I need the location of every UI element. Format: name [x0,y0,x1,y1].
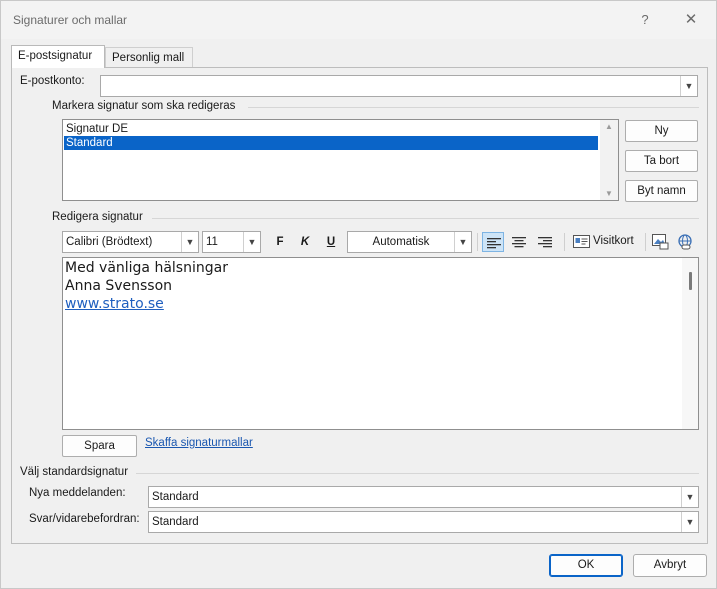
rename-button[interactable]: Byt namn [625,180,698,202]
scroll-up-icon[interactable]: ▲ [600,122,618,131]
defaults-title: Välj standardsignatur [20,466,129,478]
signature-line: Anna Svensson [65,278,173,294]
font-dropdown[interactable]: Calibri (Brödtext) ▼ [62,231,199,253]
delete-button[interactable]: Ta bort [625,150,698,172]
tab-panel: E-postkonto: ▼ Markera signatur som ska … [11,67,708,544]
font-value: Calibri (Brödtext) [66,236,153,248]
account-dropdown[interactable]: ▼ [100,75,698,97]
tab-label: Personlig mall [112,52,185,64]
help-button[interactable]: ? [630,9,660,31]
close-button[interactable]: ✕ [676,9,706,31]
bold-button[interactable]: F [270,231,290,253]
underline-button[interactable]: U [321,231,341,253]
insert-picture-button[interactable] [651,232,671,252]
align-center-icon [512,237,526,248]
reply-forward-dropdown[interactable]: Standard ▼ [148,511,699,533]
toolbar-separator [645,233,646,251]
chevron-down-icon: ▼ [681,512,698,532]
window-title: Signaturer och mallar [13,13,128,27]
signature-link[interactable]: www.strato.se [65,296,164,312]
tab-personal-template[interactable]: Personlig mall [105,47,193,67]
signatures-dialog: Signaturer och mallar ? ✕ E-postsignatur… [0,0,717,589]
tab-label: E-postsignatur [18,50,93,62]
font-size-dropdown[interactable]: 11 ▼ [202,231,261,253]
new-messages-label: Nya meddelanden: [29,487,126,499]
account-label: E-postkonto: [20,75,85,87]
divider [136,473,699,474]
save-button[interactable]: Spara [62,435,137,457]
chevron-down-icon: ▼ [680,76,697,96]
align-right-icon [538,237,552,248]
chevron-down-icon: ▼ [181,232,198,252]
business-card-icon [573,235,590,248]
tab-email-signature[interactable]: E-postsignatur [11,45,105,68]
divider [248,107,699,108]
chevron-down-icon: ▼ [454,232,471,252]
toolbar-separator [564,233,565,251]
new-messages-dropdown[interactable]: Standard ▼ [148,486,699,508]
align-left-icon [487,238,501,249]
scrollbar[interactable]: ▲ ▼ [600,120,618,200]
align-left-button[interactable] [482,232,504,252]
divider [152,218,699,219]
font-color-value: Automatisk [372,236,430,248]
picture-icon [652,234,669,250]
font-size-value: 11 [206,236,218,248]
signature-line: Med vänliga hälsningar [65,260,228,276]
hyperlink-icon [678,234,692,250]
title-bar: Signaturer och mallar ? ✕ [1,1,716,39]
new-button[interactable]: Ny [625,120,698,142]
edit-section-title: Redigera signatur [52,211,143,223]
select-section-title: Markera signatur som ska redigeras [52,100,236,112]
new-messages-value: Standard [152,491,199,503]
list-item[interactable]: Standard [64,136,598,150]
cancel-button[interactable]: Avbryt [633,554,707,577]
align-right-button[interactable] [534,232,556,252]
font-color-dropdown[interactable]: Automatisk ▼ [347,231,472,253]
toolbar-separator [477,233,478,251]
business-card-label: Visitkort [593,235,634,247]
italic-button[interactable]: K [295,231,315,253]
scrollbar-thumb[interactable] [689,272,692,290]
scroll-down-icon[interactable]: ▼ [600,189,618,198]
reply-forward-label: Svar/vidarebefordran: [29,513,140,525]
get-templates-link[interactable]: Skaffa signaturmallar [145,437,253,449]
reply-forward-value: Standard [152,516,199,528]
insert-hyperlink-button[interactable] [676,232,696,252]
list-item[interactable]: Signatur DE [64,122,598,136]
signature-editor[interactable]: Med vänliga hälsningar Anna Svensson www… [62,257,699,430]
business-card-button[interactable]: Visitkort [571,232,641,252]
chevron-down-icon: ▼ [243,232,260,252]
scrollbar[interactable] [682,258,698,429]
signature-list[interactable]: Signatur DE Standard ▲ ▼ [62,119,619,201]
align-center-button[interactable] [508,232,530,252]
ok-button[interactable]: OK [549,554,623,577]
chevron-down-icon: ▼ [681,487,698,507]
